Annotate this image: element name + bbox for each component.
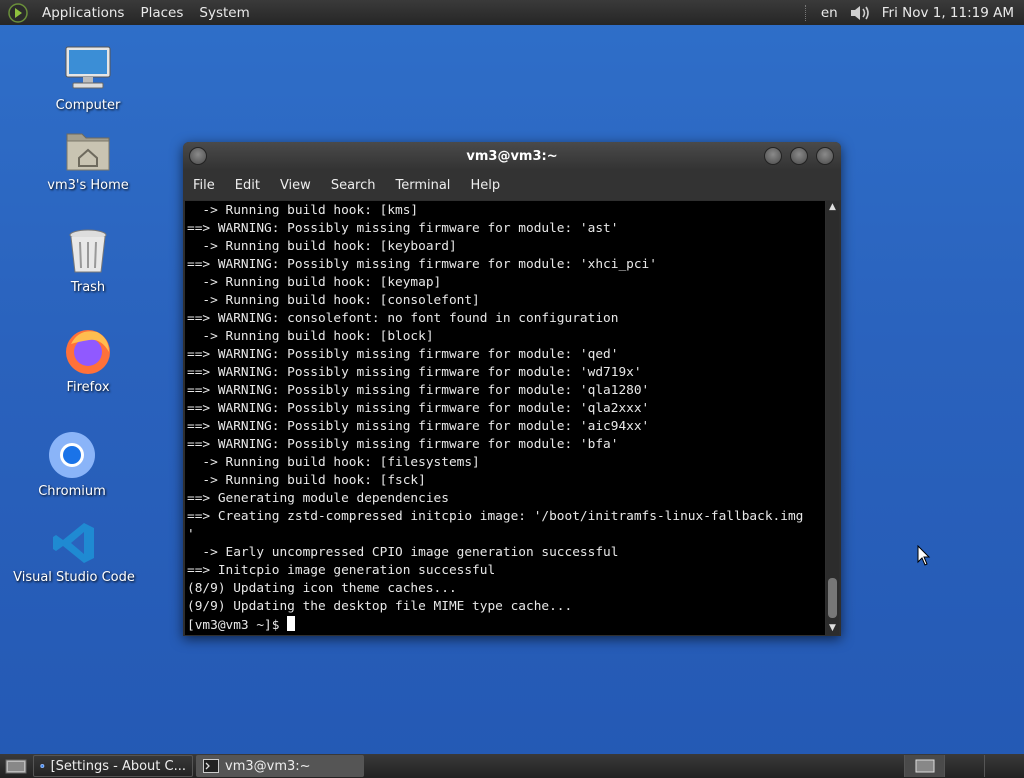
- scroll-up-arrow-icon[interactable]: ▲: [826, 201, 839, 214]
- terminal-menubar: File Edit View Search Terminal Help: [183, 170, 841, 200]
- desktop-icon-label: Firefox: [66, 380, 110, 395]
- terminal-line: -> Running build hook: [keyboard]: [187, 239, 457, 254]
- close-button[interactable]: [816, 147, 834, 165]
- terminal-line: -> Running build hook: [consolefont]: [187, 293, 480, 308]
- terminal-cursor: [287, 616, 296, 631]
- desktop-icon-computer[interactable]: Computer: [23, 44, 153, 113]
- desktop-icon-label: Computer: [55, 98, 121, 113]
- terminal-line: ==> WARNING: Possibly missing firmware f…: [187, 365, 642, 380]
- bottom-taskbar: [Settings - About C... vm3@vm3:~: [0, 754, 1024, 778]
- terminal-line: -> Running build hook: [fsck]: [187, 473, 426, 488]
- terminal-line: ==> WARNING: Possibly missing firmware f…: [187, 419, 650, 434]
- workspace-3[interactable]: [984, 755, 1024, 777]
- firefox-icon: [66, 330, 110, 374]
- terminal-line: ==> WARNING: Possibly missing firmware f…: [187, 347, 619, 362]
- terminal-prompt-line[interactable]: [vm3@vm3 ~]$: [187, 616, 825, 634]
- keyboard-layout-indicator[interactable]: en: [815, 5, 844, 21]
- clock[interactable]: Fri Nov 1, 11:19 AM: [878, 5, 1024, 21]
- window-title: vm3@vm3:~: [466, 149, 558, 164]
- terminal-line: -> Running build hook: [filesystems]: [187, 455, 480, 470]
- scrollbar-thumb[interactable]: [828, 578, 837, 618]
- places-menu[interactable]: Places: [132, 5, 191, 21]
- terminal-line: ==> WARNING: Possibly missing firmware f…: [187, 221, 619, 236]
- terminal-line: ==> WARNING: consolefont: no font found …: [187, 311, 619, 326]
- desktop-icon-label: Trash: [70, 280, 106, 295]
- terminal-line: ==> WARNING: Possibly missing firmware f…: [187, 257, 657, 272]
- speaker-icon[interactable]: [848, 3, 874, 23]
- maximize-button[interactable]: [790, 147, 808, 165]
- taskbar-item-label: [Settings - About C...: [50, 758, 186, 774]
- workspace-1[interactable]: [904, 755, 944, 777]
- computer-icon: [65, 46, 111, 89]
- desktop-icon-label: vm3's Home: [47, 178, 129, 193]
- top-panel: Applications Places System en Fri Nov 1,…: [0, 0, 1024, 25]
- menu-help[interactable]: Help: [460, 178, 510, 193]
- desktop-icon-trash[interactable]: Trash: [23, 228, 153, 295]
- desktop-icon-firefox[interactable]: Firefox: [23, 326, 153, 395]
- terminal-line: (8/9) Updating icon theme caches...: [187, 581, 457, 596]
- menu-edit[interactable]: Edit: [225, 178, 270, 193]
- terminal-line: -> Running build hook: [keymap]: [187, 275, 442, 290]
- taskbar-item-label: vm3@vm3:~: [225, 758, 311, 774]
- menu-view[interactable]: View: [270, 178, 321, 193]
- panel-separator: [804, 4, 807, 21]
- terminal-line: ==> Creating zstd-compressed initcpio im…: [187, 509, 804, 524]
- terminal-icon: [203, 759, 219, 773]
- trash-icon: [69, 229, 107, 273]
- minimize-button[interactable]: [764, 147, 782, 165]
- taskbar-item-terminal[interactable]: vm3@vm3:~: [196, 755, 364, 777]
- terminal-line: -> Running build hook: [block]: [187, 329, 434, 344]
- desktop-icon-chromium[interactable]: Chromium: [7, 430, 137, 499]
- workspace-thumb-icon: [915, 759, 934, 773]
- distro-logo-icon[interactable]: [8, 2, 28, 23]
- menu-file[interactable]: File: [183, 178, 225, 193]
- terminal-line: ==> WARNING: Possibly missing firmware f…: [187, 401, 650, 416]
- mouse-pointer-icon: [917, 545, 931, 566]
- panel-tray: en Fri Nov 1, 11:19 AM: [797, 0, 1024, 25]
- workspace-2[interactable]: [944, 755, 984, 777]
- terminal-line: ==> WARNING: Possibly missing firmware f…: [187, 383, 650, 398]
- desktop-icon-home[interactable]: vm3's Home: [23, 128, 153, 193]
- workspace-switcher[interactable]: [904, 755, 1024, 777]
- terminal-line: ==> Initcpio image generation successful: [187, 563, 496, 578]
- terminal-window[interactable]: vm3@vm3:~ File Edit View Search Terminal…: [183, 142, 841, 636]
- home-folder-icon: [66, 133, 110, 171]
- desktop-icon-label: Chromium: [38, 484, 106, 499]
- show-desktop-icon: [5, 759, 27, 774]
- terminal-line: -> Early uncompressed CPIO image generat…: [187, 545, 619, 560]
- terminal-prompt: [vm3@vm3 ~]$: [187, 618, 288, 633]
- show-desktop-button[interactable]: [2, 756, 30, 776]
- terminal-line: (9/9) Updating the desktop file MIME typ…: [187, 599, 573, 614]
- applications-menu[interactable]: Applications: [34, 5, 132, 21]
- chromium-icon: [40, 763, 45, 769]
- desktop-icon-vscode[interactable]: Visual Studio Code: [9, 520, 139, 585]
- terminal-line: ==> Generating module dependencies: [187, 491, 449, 506]
- system-menu[interactable]: System: [191, 5, 257, 21]
- menu-search[interactable]: Search: [321, 178, 386, 193]
- terminal-output[interactable]: -> Running build hook: [kms] ==> WARNING…: [185, 201, 825, 635]
- terminal-line: -> Running build hook: [kms]: [187, 203, 419, 218]
- window-titlebar[interactable]: vm3@vm3:~: [183, 142, 841, 170]
- vscode-icon: [53, 523, 94, 563]
- chromium-icon: [49, 432, 95, 478]
- terminal-line: ': [187, 527, 195, 542]
- taskbar-item-settings[interactable]: [Settings - About C...: [33, 755, 193, 777]
- terminal-scrollbar[interactable]: ▲ ▼: [826, 201, 839, 635]
- desktop-icon-label: Visual Studio Code: [13, 570, 135, 585]
- menu-terminal[interactable]: Terminal: [385, 178, 460, 193]
- terminal-line: ==> WARNING: Possibly missing firmware f…: [187, 437, 619, 452]
- scroll-down-arrow-icon[interactable]: ▼: [826, 622, 839, 635]
